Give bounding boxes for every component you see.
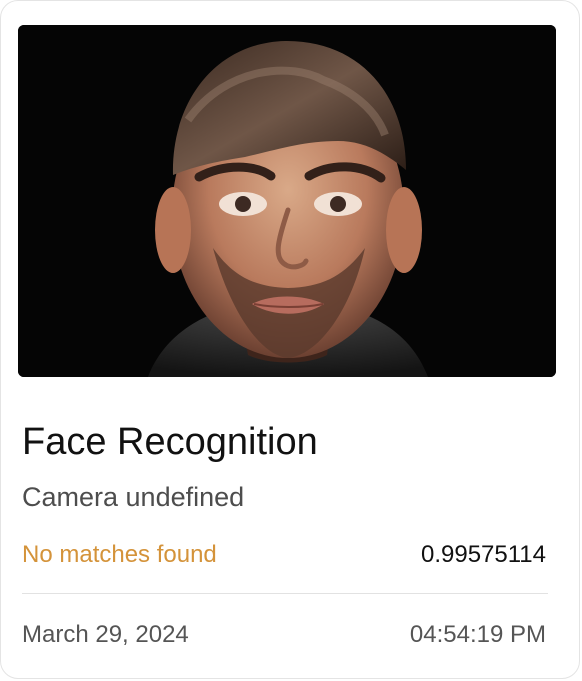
face-photo [18,25,556,377]
card-divider [22,593,548,594]
card-title: Face Recognition [22,421,318,463]
match-status: No matches found [22,541,217,568]
confidence-score: 0.99575114 [420,541,546,568]
detection-time: 04:54:19 PM [409,621,546,648]
face-recognition-card[interactable]: Face Recognition Camera undefined No mat… [0,0,580,679]
detection-date: March 29, 2024 [22,621,189,648]
face-photo-illustration [18,25,556,377]
camera-label: Camera undefined [22,482,245,512]
